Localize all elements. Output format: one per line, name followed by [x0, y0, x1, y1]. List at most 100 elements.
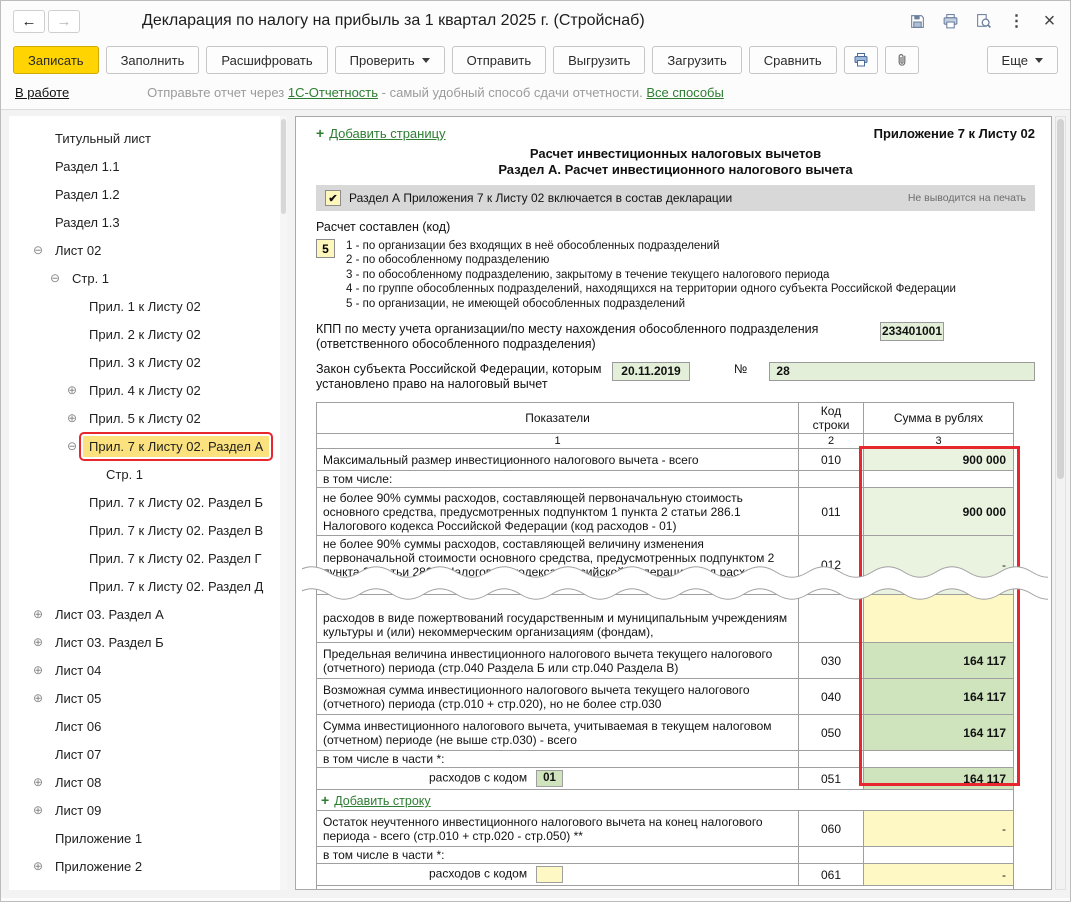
tree-item[interactable]: Раздел 1.3 [9, 208, 287, 236]
tree-item[interactable]: ⊕ Лист 04 [9, 656, 287, 684]
expander-icon[interactable]: ⊕ [67, 383, 83, 397]
attachment-button[interactable] [885, 46, 919, 74]
row-040-sum-field[interactable]: 164 117 [864, 679, 1014, 715]
tree-item[interactable]: ⊖ Лист 02 [9, 236, 287, 264]
more-button[interactable]: Еще [987, 46, 1058, 74]
expander-icon[interactable]: ⊕ [33, 663, 49, 677]
section-a-table: Показатели Код строки Сумма в рублях 1 2… [316, 402, 1014, 890]
tree-item-label: Приложение 1 [49, 828, 148, 849]
calc-code-field[interactable]: 5 [316, 239, 335, 258]
tree-item[interactable]: ⊕ Лист 03. Раздел А [9, 600, 287, 628]
tree-item[interactable]: Прил. 3 к Листу 02 [9, 348, 287, 376]
tree-item[interactable]: ⊕ Лист 03. Раздел Б [9, 628, 287, 656]
status-message: Отправьте отчет через 1С-Отчетность - са… [147, 85, 724, 100]
tree-item[interactable]: ⊕ Лист 05 [9, 684, 287, 712]
tree-item[interactable]: Лист 06 [9, 712, 287, 740]
tree-item-label: Прил. 4 к Листу 02 [83, 380, 207, 401]
table-row: Предельная величина инвестиционного нало… [317, 643, 1014, 679]
add-page-link[interactable]: Добавить страницу [329, 126, 445, 141]
print-button[interactable] [844, 46, 878, 74]
compare-button[interactable]: Сравнить [749, 46, 837, 74]
row-012-sum-field[interactable]: - [864, 536, 1014, 595]
expander-icon[interactable]: ⊖ [67, 439, 83, 453]
back-button[interactable] [13, 10, 45, 33]
reporting-service-link[interactable]: 1С-Отчетность [288, 85, 378, 100]
row-030-sum-field[interactable]: 164 117 [864, 643, 1014, 679]
expander-icon[interactable]: ⊖ [33, 243, 49, 257]
tree-item[interactable]: Прил. 1 к Листу 02 [9, 292, 287, 320]
table-row: Возможная сумма инвестиционного налогово… [317, 679, 1014, 715]
tree-item[interactable]: Прил. 2 к Листу 02 [9, 320, 287, 348]
expander-icon[interactable]: ⊕ [33, 691, 49, 705]
tree-item[interactable]: Прил. 7 к Листу 02. Раздел Г [9, 544, 287, 572]
expander-icon[interactable]: ⊖ [50, 271, 66, 285]
row-051-label-cell: расходов с кодом01 [317, 768, 799, 790]
col-num-2: 2 [799, 434, 864, 449]
send-button[interactable]: Отправить [452, 46, 546, 74]
table-row: в том числе: [317, 471, 1014, 488]
save-icon[interactable] [909, 13, 926, 30]
law-date-field[interactable]: 20.11.2019 [612, 362, 690, 381]
tree-item[interactable]: Прил. 7 к Листу 02. Раздел Б [9, 488, 287, 516]
tree-item[interactable]: Прил. 7 к Листу 02. Раздел В [9, 516, 287, 544]
expander-icon[interactable]: ⊕ [33, 803, 49, 817]
sidebar-scrollbar[interactable] [280, 116, 287, 890]
expander-icon[interactable]: ⊕ [33, 859, 49, 873]
tree-item[interactable]: ⊖ Стр. 1 [9, 264, 287, 292]
preview-icon[interactable] [975, 13, 992, 30]
report-state-link[interactable]: В работе [15, 85, 69, 100]
tree-item[interactable]: ⊕ Приложение 2 [9, 852, 287, 880]
print-icon[interactable] [942, 13, 959, 30]
row-011-sum-field[interactable]: 900 000 [864, 488, 1014, 536]
more-menu-icon[interactable] [1008, 13, 1025, 30]
row-013-sum-field[interactable] [864, 595, 1014, 643]
tree-item[interactable]: Прил. 7 к Листу 02. Раздел Д [9, 572, 287, 600]
tree-item[interactable]: Лист 07 [9, 740, 287, 768]
expander-icon[interactable]: ⊕ [67, 411, 83, 425]
main-scrollbar[interactable] [1055, 116, 1066, 890]
row-060-sum-field[interactable]: - [864, 811, 1014, 847]
close-icon[interactable] [1041, 13, 1058, 30]
row-051-sum-field[interactable]: 164 117 [864, 768, 1014, 790]
all-ways-link[interactable]: Все способы [646, 85, 723, 100]
tree-item-label: Титульный лист [49, 128, 157, 149]
tree-item[interactable]: Стр. 1 [9, 460, 287, 488]
row-011-code: 011 [799, 488, 864, 536]
kpp-field[interactable]: 233401001 [880, 322, 944, 341]
decode-button[interactable]: Расшифровать [206, 46, 327, 74]
col-header-indicators: Показатели [317, 403, 799, 434]
tree-item[interactable]: Раздел 1.1 [9, 152, 287, 180]
row-061-sum-field[interactable]: - [864, 864, 1014, 886]
tree-item[interactable]: Раздел 1.2 [9, 180, 287, 208]
row-010-sum-field[interactable]: 900 000 [864, 449, 1014, 471]
load-button[interactable]: Загрузить [652, 46, 741, 74]
expander-icon[interactable]: ⊕ [33, 635, 49, 649]
expander-icon[interactable]: ⊕ [33, 775, 49, 789]
tree-item[interactable]: Титульный лист [9, 124, 287, 152]
row-050-sum-field[interactable]: 164 117 [864, 715, 1014, 751]
add-row-link[interactable]: Добавить строку [334, 794, 430, 808]
forward-button[interactable] [48, 10, 80, 33]
law-number-field[interactable]: 28 [769, 362, 1035, 381]
page-title: Декларация по налогу на прибыль за 1 ква… [142, 12, 645, 30]
calc-code-label: Расчет составлен (код) [316, 220, 1035, 234]
row-061-expense-code-field[interactable] [536, 866, 563, 883]
add-icon [316, 125, 324, 141]
fill-button[interactable]: Заполнить [106, 46, 200, 74]
tree-item[interactable]: ⊕ Лист 09 [9, 796, 287, 824]
unload-button[interactable]: Выгрузить [553, 46, 645, 74]
tree-item[interactable]: ⊕ Прил. 4 к Листу 02 [9, 376, 287, 404]
expander-icon[interactable]: ⊕ [33, 607, 49, 621]
col-header-line-code: Код строки [799, 403, 864, 434]
tree-item[interactable]: ⊖ Прил. 7 к Листу 02. Раздел А [9, 432, 287, 460]
tree-item[interactable]: Приложение 1 [9, 824, 287, 852]
tree-item[interactable]: ⊕ Прил. 5 к Листу 02 [9, 404, 287, 432]
row-051-expense-code-field[interactable]: 01 [536, 770, 563, 787]
sidebar-scroll-thumb[interactable] [281, 119, 286, 214]
main-scroll-thumb[interactable] [1057, 119, 1064, 479]
include-checkbox[interactable] [325, 190, 341, 206]
tree-item-label: Лист 08 [49, 772, 107, 793]
tree-item[interactable]: ⊕ Лист 08 [9, 768, 287, 796]
write-button[interactable]: Записать [13, 46, 99, 74]
check-button[interactable]: Проверить [335, 46, 445, 74]
